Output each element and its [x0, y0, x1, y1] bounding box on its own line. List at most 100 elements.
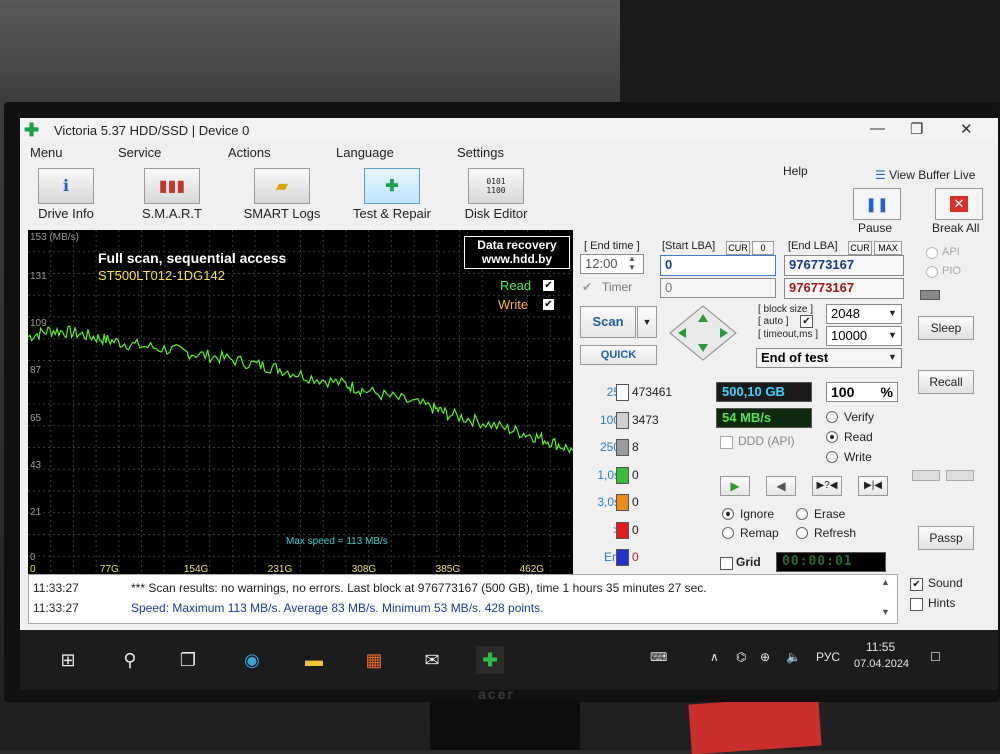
help-menu[interactable]: Help	[783, 164, 808, 178]
api-label: API	[942, 246, 960, 258]
verify-label: Verify	[844, 410, 875, 424]
refresh-radio[interactable]	[796, 527, 808, 539]
view-buffer-label: View Buffer Live	[889, 168, 976, 182]
stat-value: 473461	[632, 385, 673, 399]
ddd-api-label: DDD (API)	[738, 434, 795, 448]
stat-color-swatch	[616, 467, 629, 484]
recall-button[interactable]: Recall	[918, 370, 974, 394]
file-explorer-icon[interactable]: ▬	[300, 646, 328, 674]
menu-item-service[interactable]: Service	[118, 145, 161, 160]
windows-start-icon[interactable]: ⊞	[54, 646, 82, 674]
y-tick-label: 65	[30, 412, 42, 424]
back-icon[interactable]: ◀	[766, 476, 796, 496]
timer-checkbox[interactable]: ✔	[582, 280, 592, 294]
end-lba-current-field: 976773167	[784, 278, 904, 299]
verify-radio[interactable]	[826, 411, 838, 423]
close-icon[interactable]: ✕	[960, 120, 973, 138]
sound-label: Sound	[928, 576, 963, 590]
grid-checkbox[interactable]	[720, 557, 733, 570]
ddd-api-checkbox[interactable]	[720, 436, 733, 449]
timer-label: Timer	[602, 280, 633, 294]
passp-button[interactable]: Passp	[918, 526, 974, 550]
tray-chevron-icon[interactable]: ∧	[710, 650, 719, 664]
hints-checkbox[interactable]	[910, 598, 923, 611]
start-lba-field[interactable]: 0	[660, 255, 776, 276]
disk-editor-button[interactable]: 0101 1100 Disk Editor	[458, 168, 534, 221]
skip-end-icon[interactable]: ▶|◀	[858, 476, 888, 496]
scan-dropdown-arrow-icon[interactable]: ▼	[637, 306, 657, 338]
clock-time[interactable]: 11:55	[866, 640, 895, 654]
speed-gauge: 54 MB/s	[716, 408, 812, 428]
promo-line-2: www.hdd.by	[481, 252, 553, 266]
menu-item-actions[interactable]: Actions	[228, 145, 271, 160]
stat-color-swatch	[616, 522, 629, 539]
end-lba-field[interactable]: 976773167	[784, 255, 904, 276]
menu-item-language[interactable]: Language	[336, 145, 394, 160]
drive-info-button[interactable]: ℹ Drive Info	[28, 168, 104, 221]
write-radio[interactable]	[826, 451, 838, 463]
read-radio[interactable]	[826, 431, 838, 443]
y-tick-label: 21	[30, 506, 42, 518]
break-all-button[interactable]: ✕	[935, 188, 983, 220]
sleep-button[interactable]: Sleep	[918, 316, 974, 340]
smart-button[interactable]: ▮▮▮ S.M.A.R.T	[132, 168, 212, 221]
log-line: 11:33:27 *** Scan results: no warnings, …	[33, 581, 707, 595]
network-icon[interactable]: ⌬	[736, 650, 746, 664]
log-scroll-down-icon[interactable]: ▼	[881, 607, 890, 617]
menu-bar: Menu Service Actions Language Settings	[20, 142, 998, 164]
stat-value: 8	[632, 440, 639, 454]
log-panel[interactable]: 11:33:27 *** Scan results: no warnings, …	[28, 574, 898, 624]
play-icon[interactable]: ▶	[720, 476, 750, 496]
erase-radio[interactable]	[796, 508, 808, 520]
quick-button[interactable]: QUICK	[580, 345, 657, 365]
smart-logs-button[interactable]: ▰ SMART Logs	[234, 168, 330, 221]
smart-label: S.M.A.R.T	[142, 206, 202, 221]
skip-question-icon[interactable]: ▶?◀	[812, 476, 842, 496]
maximize-icon[interactable]: ❐	[910, 120, 923, 138]
end-time-label: [ End time ]	[584, 240, 640, 252]
scan-button[interactable]: Scan	[580, 306, 636, 338]
store-icon[interactable]: ▦	[360, 646, 388, 674]
auto-label: [ auto ]	[758, 316, 789, 327]
language-indicator[interactable]: РУС	[816, 650, 840, 664]
clock-date[interactable]: 07.04.2024	[854, 658, 909, 670]
minimize-icon[interactable]: —	[870, 120, 885, 137]
log-scroll-up-icon[interactable]: ▲	[881, 577, 890, 587]
red-paper	[688, 695, 822, 754]
globe-icon[interactable]: ⊕	[760, 650, 770, 664]
end-cur-button[interactable]: CUR	[848, 241, 872, 255]
ignore-radio[interactable]	[722, 508, 734, 520]
notifications-icon[interactable]: ☐	[930, 650, 941, 664]
edge-browser-icon[interactable]: ◉	[238, 646, 266, 674]
start-lba-label: [Start LBA]	[662, 240, 716, 252]
log-time: 11:33:27	[33, 601, 79, 615]
stat-value: 0	[632, 550, 639, 564]
victoria-taskbar-icon[interactable]: ✚	[476, 646, 504, 674]
test-repair-button[interactable]: ✚ Test & Repair	[344, 168, 440, 221]
grid-label: Grid	[736, 555, 761, 569]
read-legend-checkbox[interactable]: ✔	[543, 280, 554, 291]
api-radio[interactable]	[926, 247, 938, 259]
volume-icon[interactable]: 🔈	[786, 650, 801, 664]
remap-radio[interactable]	[722, 527, 734, 539]
end-action-select[interactable]: End of test	[756, 348, 902, 368]
sound-checkbox[interactable]: ✔	[910, 578, 923, 591]
direction-pad[interactable]	[668, 304, 738, 362]
write-legend-checkbox[interactable]: ✔	[543, 299, 554, 310]
block-size-label: [ block size ]	[758, 304, 814, 315]
pio-radio[interactable]	[926, 266, 938, 278]
stat-row: Err 0	[580, 547, 710, 569]
auto-checkbox[interactable]: ✔	[800, 315, 813, 328]
menu-item-settings[interactable]: Settings	[457, 145, 504, 160]
end-time-spinner-icon[interactable]: ▲ ▼	[628, 254, 636, 272]
pause-button[interactable]: ❚❚	[853, 188, 901, 220]
start-zero-button[interactable]: 0	[752, 241, 774, 255]
start-cur-button[interactable]: CUR	[726, 241, 750, 255]
search-icon[interactable]: ⚲	[116, 646, 144, 674]
view-buffer-live[interactable]: ☰ View Buffer Live	[875, 168, 975, 182]
menu-item-menu[interactable]: Menu	[30, 145, 63, 160]
end-max-button[interactable]: MAX	[874, 241, 902, 255]
keyboard-icon[interactable]: ⌨	[650, 650, 667, 664]
mail-icon[interactable]: ✉	[418, 646, 446, 674]
task-view-icon[interactable]: ❐	[174, 646, 202, 674]
